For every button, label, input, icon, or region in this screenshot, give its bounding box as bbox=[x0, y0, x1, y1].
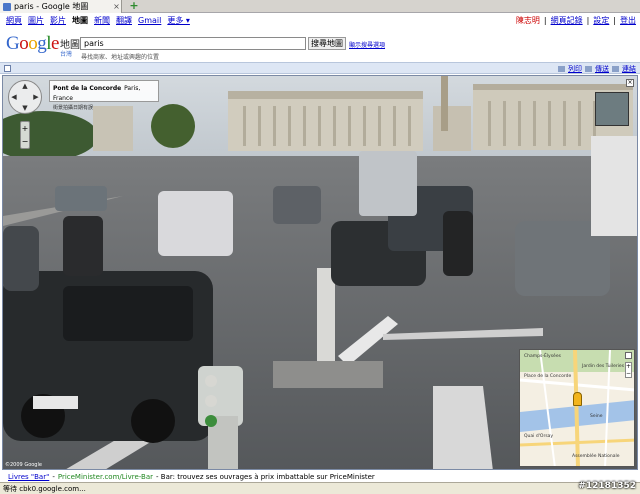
print-link[interactable]: 列印 bbox=[568, 64, 582, 74]
overview-thumbnail[interactable] bbox=[595, 92, 629, 126]
link-link[interactable]: 連結 bbox=[622, 64, 636, 74]
separator: | bbox=[613, 16, 616, 25]
gbar-link[interactable]: 更多 ▾ bbox=[167, 15, 190, 26]
ad-url-link[interactable]: PriceMinister.com/Livre-Bar bbox=[58, 473, 153, 481]
print-icon bbox=[558, 65, 565, 72]
account-links: 陳志明 | 網頁記錄 | 設定 | 登出 bbox=[516, 14, 636, 27]
tab-close-button[interactable]: × bbox=[112, 2, 121, 11]
gbar-link[interactable]: 新聞 bbox=[94, 15, 110, 26]
pan-down-arrow-icon[interactable]: ▼ bbox=[21, 104, 29, 112]
gbar-link[interactable]: 翻譯 bbox=[116, 15, 132, 26]
gbar-link[interactable]: Gmail bbox=[138, 16, 161, 25]
tab-title: paris - Google 地圖 bbox=[14, 2, 89, 11]
browser-status-bar: 等待 cbk0.google.com... bbox=[0, 482, 640, 494]
ad-title-link[interactable]: Livres "Bar" bbox=[8, 473, 49, 481]
map-label: Jardin des Tuileries bbox=[582, 364, 625, 369]
status-text: 等待 cbk0.google.com... bbox=[3, 484, 86, 493]
search-input[interactable] bbox=[80, 37, 306, 50]
map-label: Champs-Élysées bbox=[524, 354, 561, 359]
map-toolbar: 列印 傳送 連結 bbox=[0, 62, 640, 74]
ad-separator: - bbox=[52, 472, 55, 481]
mini-map-zoom-control[interactable]: + − bbox=[625, 362, 632, 378]
browser-tab-strip: paris - Google 地圖 × + bbox=[0, 0, 640, 13]
sponsored-link: Livres "Bar" - PriceMinister.com/Livre-B… bbox=[0, 471, 640, 482]
logo-letter: o bbox=[19, 33, 29, 54]
pan-up-arrow-icon[interactable]: ▲ bbox=[21, 82, 29, 90]
gbar-link[interactable]: 影片 bbox=[50, 15, 66, 26]
signout-link[interactable]: 登出 bbox=[620, 15, 636, 26]
search-options-link[interactable]: 顯示搜尋選項 bbox=[349, 40, 385, 49]
ad-text: - Bar: trouvez ses ouvrages à prix imbat… bbox=[156, 472, 375, 481]
region-label: 台灣 bbox=[60, 51, 73, 58]
map-label: Quai d'Orsay bbox=[524, 434, 554, 439]
map-label: Assemblée Nationale bbox=[572, 454, 620, 459]
google-favicon-icon bbox=[3, 2, 11, 11]
close-mini-map-icon[interactable] bbox=[625, 352, 632, 359]
logo-letter: g bbox=[37, 33, 47, 54]
user-name: 陳志明 bbox=[515, 16, 540, 25]
search-maps-button[interactable]: 搜尋地圖 bbox=[308, 37, 346, 50]
pan-left-arrow-icon[interactable]: ◀ bbox=[10, 93, 18, 101]
mini-map[interactable]: Place de la Concorde Champs-Élysées Quai… bbox=[519, 349, 635, 467]
email-icon bbox=[585, 65, 592, 72]
search-header: Google 地圖 台灣 搜尋地圖 顯示搜尋選項 尋找商家、地址或興趣的位置 bbox=[0, 30, 640, 61]
google-logo[interactable]: Google bbox=[6, 33, 59, 55]
settings-link[interactable]: 設定 bbox=[593, 15, 609, 26]
collapse-panel-icon[interactable] bbox=[4, 65, 11, 72]
send-link[interactable]: 傳送 bbox=[595, 64, 609, 74]
search-hint: 尋找商家、地址或興趣的位置 bbox=[81, 54, 160, 61]
browser-tab[interactable]: paris - Google 地圖 × bbox=[0, 0, 122, 13]
zoom-in-button[interactable]: + bbox=[21, 122, 29, 135]
close-street-view-button[interactable]: × bbox=[626, 79, 634, 87]
place-name: Pont de la Concorde bbox=[53, 85, 122, 92]
watermark: #12181352 bbox=[578, 481, 636, 491]
separator: | bbox=[586, 16, 590, 25]
street-view-navigation[interactable]: ▲ ▼ ◀ ▶ bbox=[8, 80, 42, 114]
mini-map-zoom-in[interactable]: + bbox=[626, 363, 631, 370]
street-view-panorama[interactable]: ▲ ▼ ◀ ▶ + − Pont de la Concorde Paris, F… bbox=[2, 75, 638, 470]
copyright: ©2009 Google bbox=[5, 462, 42, 468]
location-subtitle: 街景拍攝日期有誤 bbox=[53, 105, 94, 111]
zoom-out-button[interactable]: − bbox=[21, 135, 29, 148]
map-label: Seine bbox=[590, 414, 603, 419]
map-label: Place de la Concorde bbox=[524, 374, 572, 379]
separator: | bbox=[543, 16, 547, 25]
gbar-link[interactable]: 圖片 bbox=[28, 15, 44, 26]
location-info-box: Pont de la Concorde Paris, France 街景拍攝日期… bbox=[49, 80, 159, 111]
new-tab-button[interactable]: + bbox=[128, 0, 140, 12]
link-icon bbox=[612, 65, 619, 72]
street-view-zoom-control[interactable]: + − bbox=[20, 121, 30, 149]
mini-map-zoom-out[interactable]: − bbox=[626, 370, 631, 377]
pan-right-arrow-icon[interactable]: ▶ bbox=[32, 93, 40, 101]
logo-letter: e bbox=[51, 33, 59, 54]
history-link[interactable]: 網頁記錄 bbox=[551, 15, 583, 26]
logo-letter: o bbox=[28, 33, 38, 54]
logo-letter: G bbox=[6, 33, 20, 54]
pegman-icon[interactable] bbox=[573, 392, 582, 406]
gbar-link[interactable]: 網頁 bbox=[6, 15, 22, 26]
gbar-link[interactable]: 地圖 bbox=[72, 15, 88, 26]
